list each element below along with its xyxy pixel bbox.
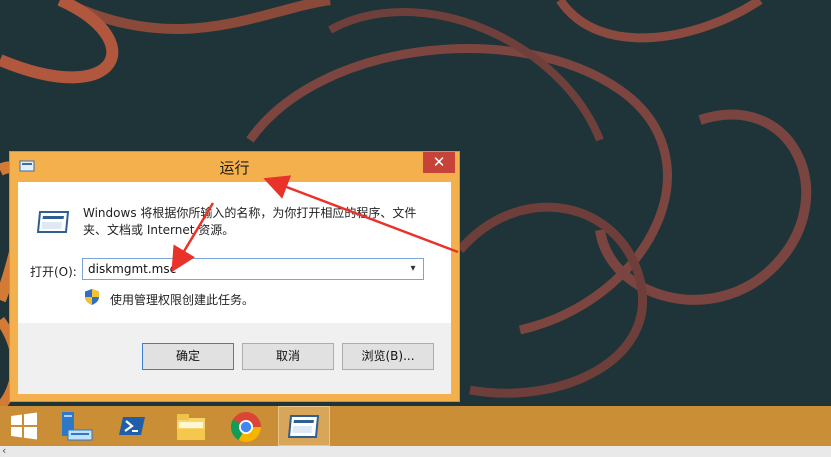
cancel-button[interactable]: 取消 bbox=[242, 343, 334, 370]
powershell-icon bbox=[119, 417, 145, 435]
dialog-titlebar[interactable]: 运行 ✕ bbox=[10, 152, 459, 182]
uac-shield-icon bbox=[85, 289, 99, 305]
dialog-button-bar: 确定 取消 浏览(B)... bbox=[18, 323, 451, 394]
taskbar-chrome[interactable] bbox=[223, 406, 267, 446]
chrome-icon bbox=[230, 412, 261, 443]
run-program-icon bbox=[36, 211, 70, 233]
start-button[interactable] bbox=[2, 406, 46, 446]
server-manager-icon bbox=[62, 412, 93, 441]
chevron-down-icon[interactable]: ▾ bbox=[407, 262, 419, 276]
command-input[interactable] bbox=[88, 261, 388, 277]
open-label: 打开(O): bbox=[30, 265, 77, 279]
taskbar bbox=[0, 406, 831, 446]
folder-icon bbox=[177, 414, 205, 440]
command-combobox[interactable]: ▾ bbox=[82, 258, 424, 280]
scroll-left-arrow-icon[interactable]: ‹ bbox=[2, 444, 6, 457]
run-icon bbox=[287, 415, 320, 438]
dialog-title: 运行 bbox=[219, 159, 250, 177]
browse-button[interactable]: 浏览(B)... bbox=[342, 343, 434, 370]
horizontal-scrollbar[interactable]: ‹ bbox=[0, 444, 831, 457]
taskbar-file-explorer[interactable] bbox=[168, 406, 212, 446]
close-button[interactable]: ✕ bbox=[423, 152, 455, 173]
run-dialog: 运行 ✕ Windows 将根据你所输入的名称，为你打开相应的程序、文件夹、文档… bbox=[9, 151, 460, 402]
admin-privileges-note: 使用管理权限创建此任务。 bbox=[110, 293, 255, 307]
taskbar-powershell[interactable] bbox=[110, 406, 154, 446]
dialog-description: Windows 将根据你所输入的名称，为你打开相应的程序、文件夹、文档或 Int… bbox=[83, 206, 417, 237]
taskbar-run[interactable] bbox=[278, 406, 330, 446]
dialog-content: Windows 将根据你所输入的名称，为你打开相应的程序、文件夹、文档或 Int… bbox=[18, 182, 451, 323]
taskbar-server-manager[interactable] bbox=[52, 406, 96, 446]
ok-button[interactable]: 确定 bbox=[142, 343, 234, 370]
windows-logo-icon bbox=[11, 412, 37, 440]
